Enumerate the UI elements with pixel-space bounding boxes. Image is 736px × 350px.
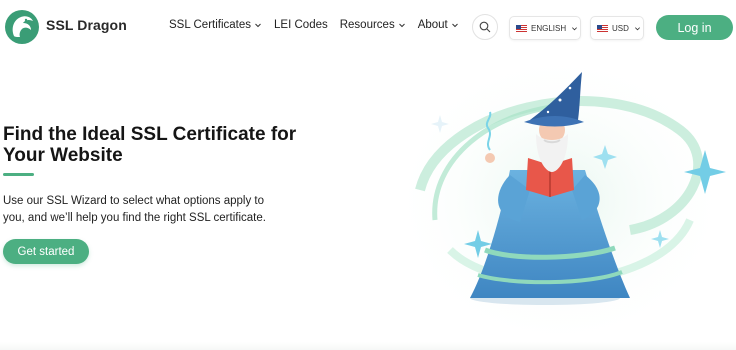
language-selector[interactable]: ENGLISH	[509, 16, 581, 40]
chevron-down-icon	[572, 26, 578, 30]
section-divider	[0, 342, 736, 350]
nav-about[interactable]: About	[418, 19, 459, 31]
site-header: SSL Dragon SSL Certificates LEI Codes Re…	[0, 0, 736, 54]
language-label: ENGLISH	[531, 23, 567, 33]
nav-resources[interactable]: Resources	[340, 19, 406, 31]
brand-name[interactable]: SSL Dragon	[46, 17, 127, 33]
chevron-down-icon	[451, 23, 458, 28]
chevron-down-icon	[398, 23, 405, 28]
chevron-down-icon	[255, 23, 261, 28]
nav-lei-codes[interactable]: LEI Codes	[274, 19, 328, 31]
hero-title: Find the Ideal SSL Certificate for Your …	[3, 124, 297, 166]
currency-selector[interactable]: USD	[590, 16, 644, 40]
nav-label: Resources	[339, 19, 395, 31]
login-button[interactable]: Log in	[656, 15, 733, 40]
nav-label: About	[417, 19, 448, 31]
dragon-logo-icon[interactable]	[4, 9, 40, 45]
nav-ssl-certificates[interactable]: SSL Certificates	[169, 19, 262, 31]
get-started-button[interactable]: Get started	[3, 239, 89, 264]
search-button[interactable]	[472, 14, 498, 40]
search-icon	[479, 21, 491, 33]
chevron-down-icon	[634, 26, 640, 30]
wizard-illustration	[390, 50, 730, 350]
us-flag-icon	[597, 24, 608, 32]
hero-description: Use our SSL Wizard to select what option…	[3, 195, 266, 224]
nav-label: SSL Certificates	[169, 19, 252, 31]
nav-label: LEI Codes	[274, 19, 328, 31]
currency-label: USD	[612, 23, 629, 33]
main-nav: SSL Certificates LEI Codes Resources Abo…	[169, 19, 471, 31]
us-flag-icon	[516, 24, 527, 32]
title-underline	[3, 173, 34, 176]
